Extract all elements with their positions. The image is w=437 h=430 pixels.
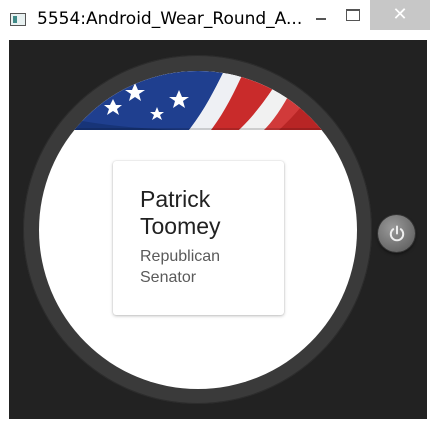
senator-office: Senator — [140, 269, 197, 286]
senator-first-name: Patrick — [140, 186, 211, 212]
senator-details: Republican Senator — [140, 246, 280, 288]
maximize-icon — [346, 9, 360, 21]
senator-last-name: Toomey — [140, 213, 221, 239]
close-button[interactable]: ✕ — [370, 0, 430, 30]
power-button[interactable] — [378, 215, 415, 252]
window-titlebar[interactable]: 5554:Android_Wear_Round_A... ✕ — [0, 0, 437, 40]
power-icon — [389, 225, 404, 241]
minimize-button[interactable] — [305, 0, 337, 30]
window-frame-bottom — [0, 419, 437, 430]
us-flag-image — [39, 71, 357, 130]
senator-card[interactable]: Patrick Toomey Republican Senator — [113, 161, 284, 315]
close-icon: ✕ — [392, 4, 408, 25]
maximize-button[interactable] — [337, 0, 369, 30]
minimize-icon — [316, 18, 326, 20]
senator-party: Republican — [140, 248, 221, 265]
senator-name: Patrick Toomey — [140, 186, 280, 240]
window-title: 5554:Android_Wear_Round_A... — [37, 9, 302, 29]
emulator-app-icon — [10, 13, 26, 26]
window-frame-right — [427, 40, 437, 430]
